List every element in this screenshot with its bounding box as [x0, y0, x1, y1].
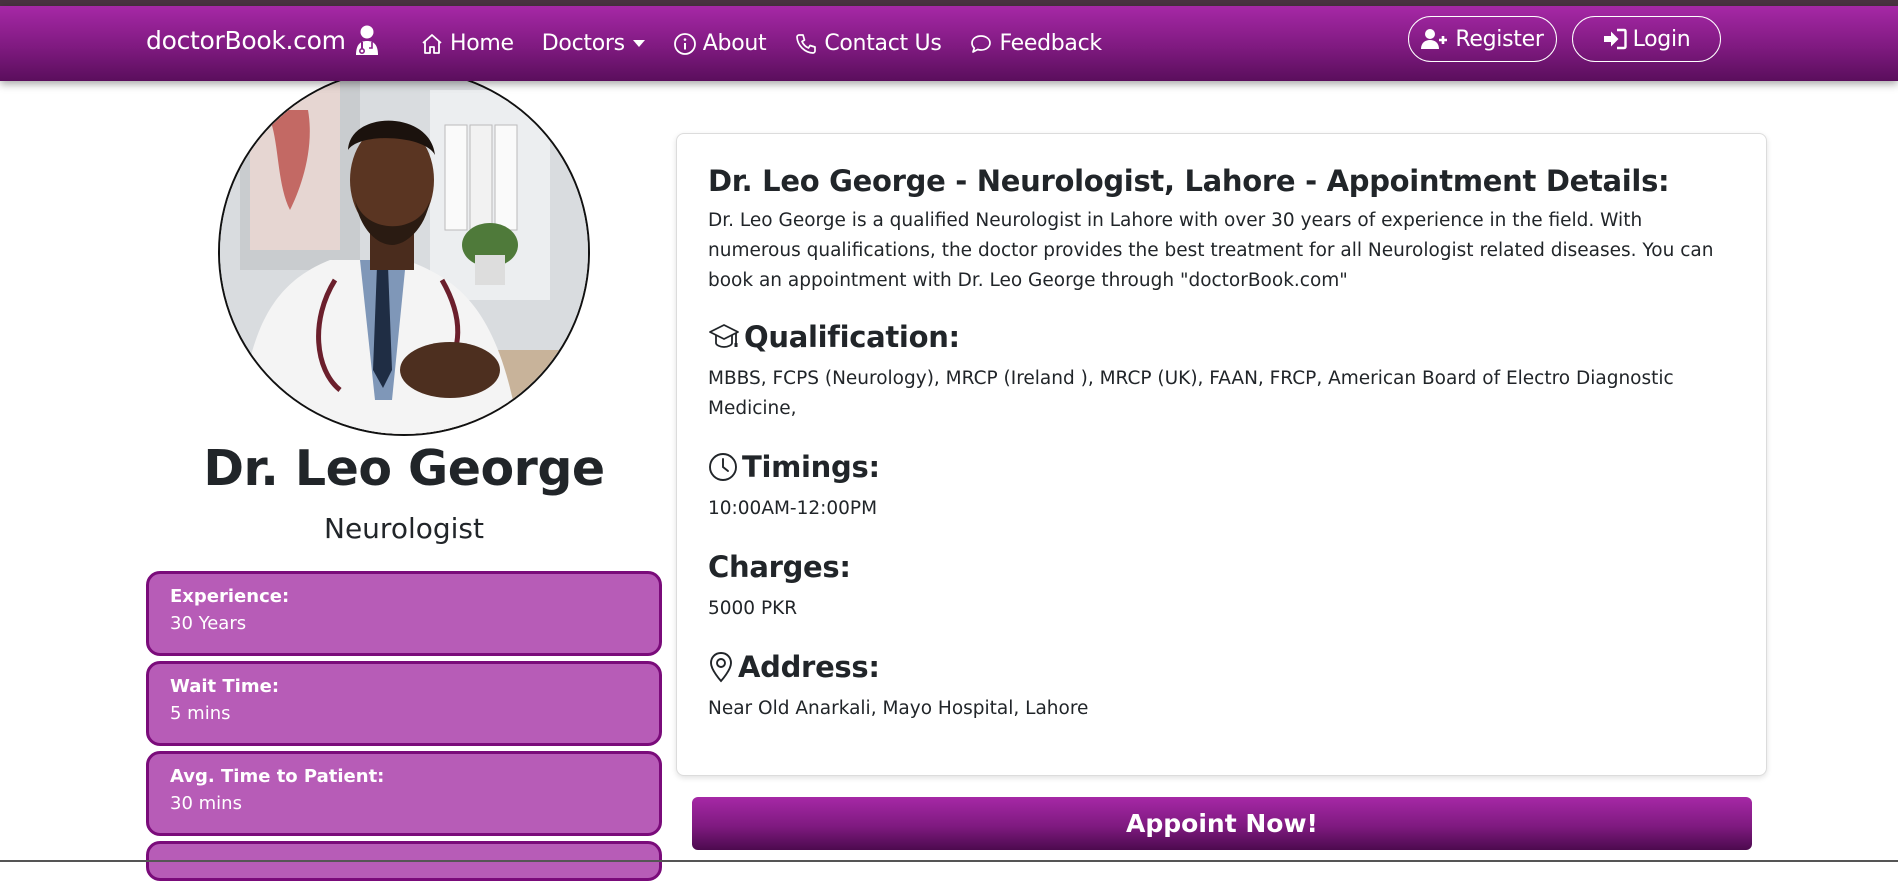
stat-value: 30 Years	[170, 613, 247, 634]
doctor-portrait-image	[220, 70, 588, 434]
info-icon	[673, 32, 696, 55]
charges-title: Charges:	[708, 550, 851, 584]
graduation-cap-icon	[709, 324, 739, 348]
nav-doctors-label: Doctors	[541, 31, 625, 56]
sign-in-icon	[1603, 28, 1627, 50]
appointment-details-card: Dr. Leo George - Neurologist, Lahore - A…	[676, 133, 1767, 776]
stat-wait-time: Wait Time: 5 mins	[146, 661, 662, 746]
location-pin-icon	[710, 652, 732, 683]
stat-label: Avg. Time to Patient:	[170, 766, 385, 787]
qualification-text: MBBS, FCPS (Neurology), MRCP (Ireland ),…	[708, 368, 1674, 419]
doctor-photo	[218, 68, 590, 436]
address-text: Near Old Anarkali, Mayo Hospital, Lahore	[708, 698, 1089, 719]
address-heading: Address:	[708, 650, 1735, 684]
stat-value: 30 mins	[170, 793, 242, 814]
nav-contact-label: Contact Us	[824, 31, 942, 56]
nav-home-label: Home	[450, 31, 514, 56]
nav-links: Home Doctors About Contact Us Feedback	[420, 6, 1130, 81]
timings-heading: Timings:	[708, 450, 1735, 484]
qualification-heading: Qualification:	[708, 320, 1735, 354]
appoint-now-button[interactable]: Appoint Now!	[692, 797, 1752, 850]
clock-icon	[709, 453, 737, 481]
stat-avg-time: Avg. Time to Patient: 30 mins	[146, 751, 662, 836]
charges-text: 5000 PKR	[708, 598, 798, 619]
stat-value: 5 mins	[170, 703, 231, 724]
register-label: Register	[1455, 26, 1544, 52]
charges-heading: Charges:	[708, 550, 1735, 584]
phone-icon	[796, 33, 817, 54]
brand-text: doctorBook.com	[146, 25, 346, 55]
stat-label: Wait Time:	[170, 676, 280, 697]
nav-feedback-label: Feedback	[999, 31, 1102, 56]
login-button[interactable]: Login	[1572, 16, 1721, 62]
stat-label: Experience:	[170, 586, 290, 607]
brand-logo[interactable]: doctorBook.com	[146, 24, 380, 56]
login-label: Login	[1632, 26, 1691, 52]
doctor-icon	[355, 25, 378, 55]
doctor-name: Dr. Leo George	[203, 440, 605, 497]
nav-about-label: About	[702, 31, 767, 56]
stat-experience: Experience: 30 Years	[146, 571, 662, 656]
register-button[interactable]: Register	[1408, 16, 1557, 62]
nav-contact[interactable]: Contact Us	[794, 31, 942, 56]
nav-feedback[interactable]: Feedback	[969, 31, 1102, 56]
house-icon	[422, 33, 442, 54]
nav-doctors-dropdown[interactable]: Doctors	[542, 31, 645, 56]
chat-icon	[971, 34, 992, 53]
timings-text: 10:00AM-12:00PM	[708, 498, 878, 519]
nav-about[interactable]: About	[673, 31, 767, 56]
user-plus-icon	[1421, 29, 1448, 49]
chevron-down-icon	[632, 40, 645, 47]
details-heading: Dr. Leo George - Neurologist, Lahore - A…	[708, 164, 1670, 198]
qualification-title: Qualification:	[744, 320, 960, 354]
navbar: doctorBook.com Home Doctors About Contac…	[0, 6, 1898, 81]
doctor-specialty: Neurologist	[324, 512, 484, 545]
details-intro: Dr. Leo George is a qualified Neurologis…	[708, 210, 1714, 291]
nav-home[interactable]: Home	[420, 31, 514, 56]
address-title: Address:	[738, 650, 880, 684]
timings-title: Timings:	[742, 450, 880, 484]
